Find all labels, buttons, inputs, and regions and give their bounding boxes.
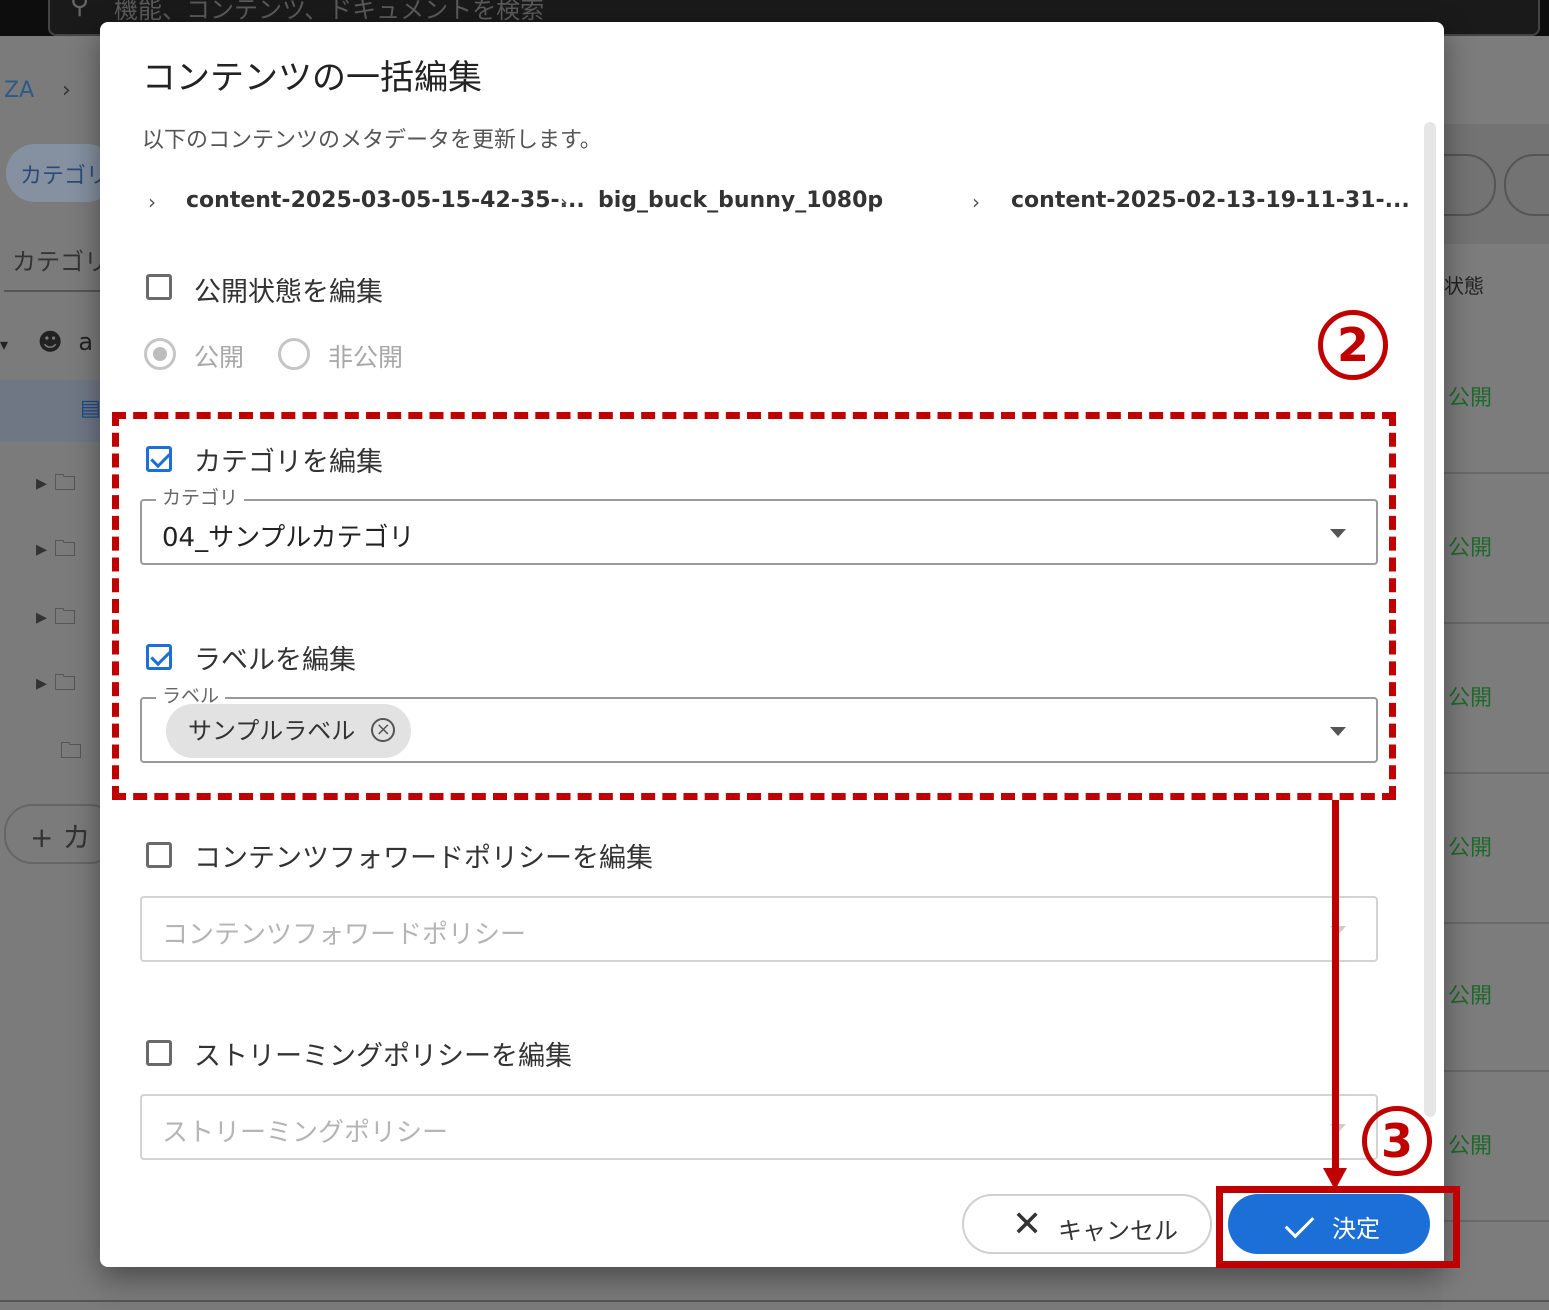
breadcrumb-separator: ›: [62, 78, 71, 103]
radio-private[interactable]: [278, 338, 310, 370]
status-badge: 公開: [1448, 1134, 1493, 1159]
category-tab-label: カテゴリ: [20, 164, 109, 189]
list-icon: ▤: [80, 396, 101, 421]
status-badge: 公開: [1448, 686, 1493, 711]
chevron-right-icon: ▸: [36, 537, 48, 562]
status-column-header: 状態: [1444, 274, 1484, 298]
dialog-description: 以下のコンテンツのメタデータを更新します。: [142, 128, 602, 153]
status-badge: 公開: [1448, 836, 1493, 861]
tree-folder-item[interactable]: 🗀: [36, 734, 82, 772]
content-item: content-2025-02-13-19-11-31-...: [1011, 188, 1410, 213]
table-row[interactable]: 公開: [1442, 474, 1549, 624]
content-item: content-2025-03-05-15-42-35-...: [186, 188, 585, 213]
category-filter-field[interactable]: カテゴリ: [4, 226, 114, 292]
table-row[interactable]: 公開: [1442, 324, 1549, 474]
folder-icon: 🗀: [54, 471, 77, 496]
table-row[interactable]: 公開: [1442, 624, 1549, 774]
divider: [0, 1300, 1549, 1302]
edit-streaming-policy-label: ストリーミングポリシーを編集: [194, 1041, 572, 1072]
status-badge: 公開: [1448, 386, 1493, 411]
status-badge: 公開: [1448, 536, 1493, 561]
close-icon: ✕: [1012, 1204, 1043, 1245]
category-filter-label: カテゴリ: [12, 248, 108, 276]
radio-private-label: 非公開: [328, 343, 404, 372]
annotation-step-2: 2: [1318, 310, 1388, 380]
tree-folder-item[interactable]: ▸ 🗀: [36, 532, 76, 570]
annotation-highlight-box: [1216, 1186, 1460, 1268]
streaming-policy-select[interactable]: ストリーミングポリシー: [140, 1094, 1378, 1160]
tree-folder-item[interactable]: ▸ 🗀: [36, 600, 76, 638]
annotation-dashed-box: [112, 412, 1396, 800]
forward-policy-select[interactable]: コンテンツフォワードポリシー: [140, 896, 1378, 962]
background-breadcrumb[interactable]: ZA: [4, 78, 34, 103]
dialog-title: コンテンツの一括編集: [142, 58, 482, 98]
edit-streaming-policy-checkbox[interactable]: [146, 1040, 172, 1066]
content-item-chevron-icon: ›: [972, 190, 980, 214]
publish-state-checkbox[interactable]: [146, 274, 172, 300]
dialog-scrollbar[interactable]: [1424, 122, 1436, 1117]
annotation-step-3: 3: [1362, 1106, 1432, 1176]
tree-user-label: a: [78, 328, 94, 356]
edit-forward-policy-checkbox[interactable]: [146, 842, 172, 868]
tree-folder-item[interactable]: ▸ 🗀: [36, 666, 76, 704]
chevron-right-icon: ▸: [36, 605, 48, 630]
chevron-right-icon: ▸: [36, 471, 48, 496]
tree-expand-icon: ▾: [0, 335, 9, 354]
status-badge: 公開: [1448, 984, 1493, 1009]
search-icon: ⚲: [70, 0, 90, 20]
radio-public[interactable]: [144, 338, 176, 370]
table-row[interactable]: 公開: [1442, 922, 1549, 1072]
cancel-button[interactable]: ✕ キャンセル: [962, 1194, 1212, 1254]
tree-folder-item[interactable]: ▸ 🗀: [36, 466, 76, 504]
table-row[interactable]: 公開: [1442, 774, 1549, 924]
annotation-arrow-line: [1332, 800, 1339, 1176]
content-item-chevron-icon: ›: [560, 190, 568, 214]
radio-public-label: 公開: [194, 343, 245, 372]
tree-item-selected[interactable]: ▤: [0, 380, 110, 442]
edit-forward-policy-label: コンテンツフォワードポリシーを編集: [194, 843, 653, 874]
folder-icon: 🗀: [54, 537, 77, 562]
content-item: big_buck_bunny_1080p: [598, 188, 884, 213]
chevron-right-icon: ▸: [36, 671, 48, 696]
folder-icon: 🗀: [54, 671, 77, 696]
content-item-chevron-icon: ›: [148, 190, 156, 214]
tree-user-node[interactable]: ▾ ☻ a: [0, 328, 93, 356]
add-category-label: + カ: [30, 821, 91, 854]
folder-icon: 🗀: [60, 739, 83, 764]
user-icon: ☻: [37, 328, 63, 356]
folder-icon: 🗀: [54, 605, 77, 630]
streaming-policy-placeholder: ストリーミングポリシー: [162, 1118, 449, 1148]
cancel-button-label: キャンセル: [1058, 1217, 1178, 1245]
publish-state-label: 公開状態を編集: [194, 277, 383, 308]
forward-policy-placeholder: コンテンツフォワードポリシー: [162, 920, 527, 950]
